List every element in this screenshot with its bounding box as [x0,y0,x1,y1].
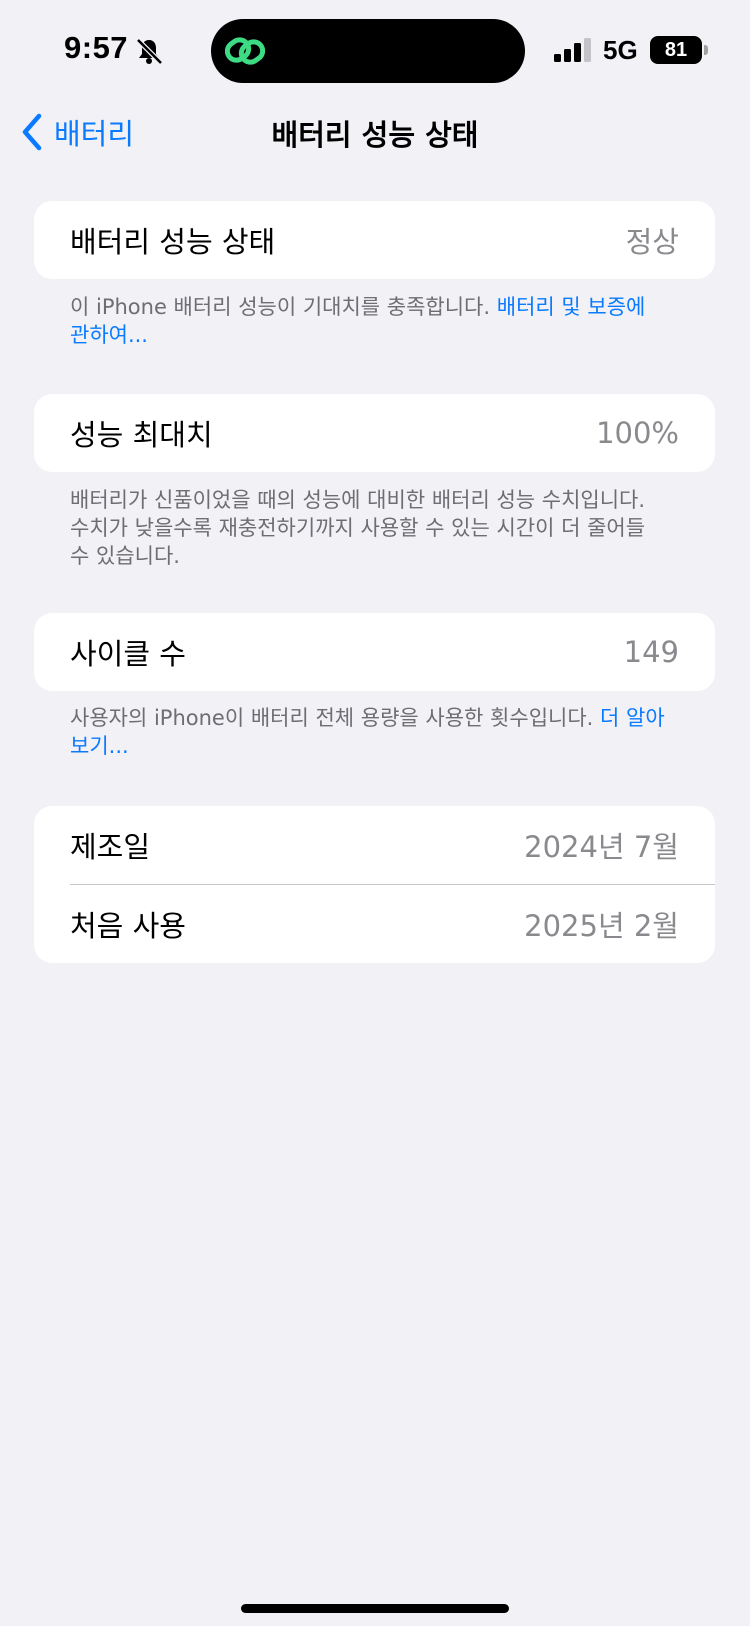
battery-percent: 81 [664,38,688,61]
home-indicator[interactable] [241,1604,509,1613]
max-capacity-row: 성능 최대치 100% [34,394,715,472]
battery-health-screen: 9:57 5G 81 배터리 배터리 성능 상태 배터리 성능 상태 정상 이 … [0,0,750,1626]
signal-icon [554,38,591,62]
first-use-value: 2025년 2월 [524,909,679,943]
health-value: 정상 [625,225,679,259]
manufacture-date-label: 제조일 [70,830,151,864]
health-footnote-text: 이 iPhone 배터리 성능이 기대치를 충족합니다. [70,295,491,319]
link-icon [225,37,265,65]
bell-slash-icon [136,38,163,65]
network-type: 5G [603,35,638,65]
health-footnote: 이 iPhone 배터리 성능이 기대치를 충족합니다. 배터리 및 보증에 관… [70,293,670,349]
first-use-row: 처음 사용 2025년 2월 [34,885,715,963]
health-card: 배터리 성능 상태 정상 [34,201,715,279]
dynamic-island [211,19,525,83]
max-capacity-value: 100% [596,416,679,450]
cycle-count-value: 149 [623,635,679,669]
battery-cap [704,45,708,55]
battery-icon: 81 [650,36,708,64]
status-time: 9:57 [64,30,129,65]
health-row: 배터리 성능 상태 정상 [34,201,715,279]
dates-card: 제조일 2024년 7월 처음 사용 2025년 2월 [34,806,715,963]
cycle-count-row: 사이클 수 149 [34,613,715,691]
cycle-count-label: 사이클 수 [70,637,186,671]
cycle-count-card: 사이클 수 149 [34,613,715,691]
max-capacity-label: 성능 최대치 [70,418,213,452]
max-capacity-footnote: 배터리가 신품이었을 때의 성능에 대비한 배터리 성능 수치입니다. 수치가 … [70,488,646,568]
manufacture-date-value: 2024년 7월 [524,830,679,864]
health-label: 배터리 성능 상태 [70,225,276,259]
first-use-label: 처음 사용 [70,909,186,943]
cycle-count-footnote: 사용자의 iPhone이 배터리 전체 용량을 사용한 횟수입니다. 더 알아보… [70,704,670,760]
manufacture-date-row: 제조일 2024년 7월 [34,806,715,884]
battery-body: 81 [650,36,702,64]
max-capacity-card: 성능 최대치 100% [34,394,715,472]
cycle-count-footnote-text: 사용자의 iPhone이 배터리 전체 용량을 사용한 횟수입니다. [70,706,594,730]
page-title: 배터리 성능 상태 [271,118,479,152]
